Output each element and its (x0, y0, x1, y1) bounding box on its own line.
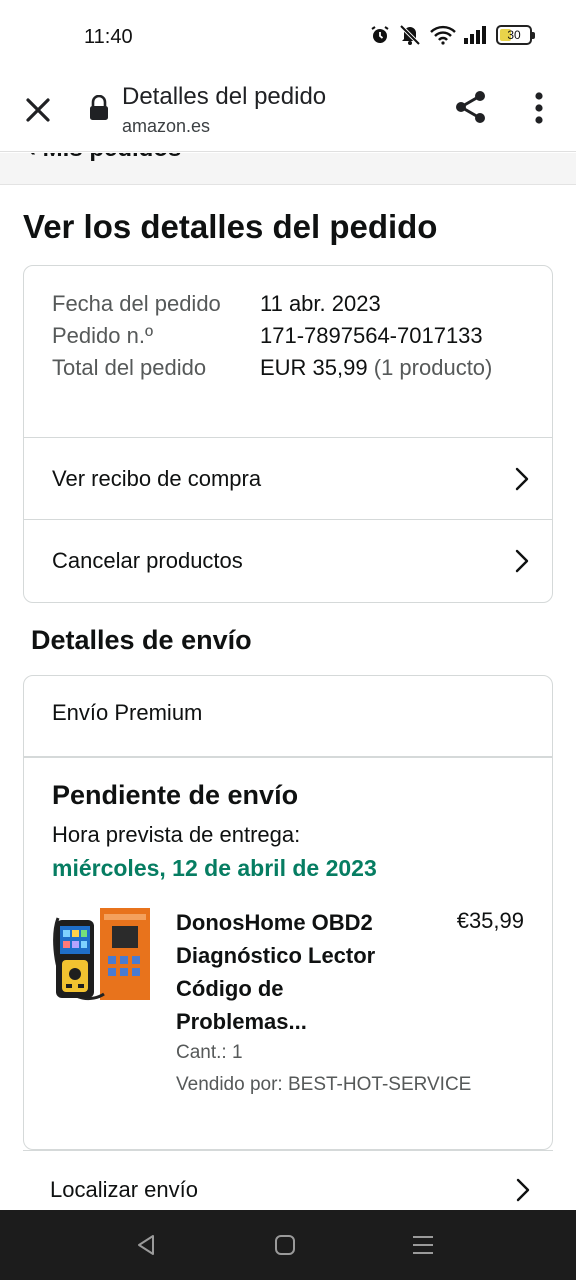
breadcrumb[interactable]: ‹ Mis pedidos (0, 153, 576, 185)
status-icons: 30 (370, 24, 535, 46)
cancel-products-label: Cancelar productos (52, 547, 243, 573)
delivery-eta-date: miércoles, 12 de abril de 2023 (52, 855, 377, 881)
track-shipment-link[interactable]: Localizar envío (23, 1150, 553, 1210)
order-total: EUR 35,99 (1 producto) (260, 352, 492, 384)
view-receipt-link[interactable]: Ver recibo de compra (24, 437, 552, 519)
system-navigation-bar (0, 1210, 576, 1280)
product-name-link[interactable]: DonosHome OBD2 Diagnóstico Lector Código… (176, 906, 416, 1038)
alarm-icon (371, 26, 389, 43)
signal-icon (464, 26, 486, 44)
close-icon[interactable] (22, 94, 54, 126)
home-icon[interactable] (272, 1232, 298, 1258)
order-total-row: Total del pedido EUR 35,99 (1 producto) (52, 352, 532, 384)
more-vert-icon[interactable] (528, 90, 550, 126)
lock-icon[interactable] (88, 95, 110, 121)
order-info: Fecha del pedido 11 abr. 2023 Pedido n.º… (52, 288, 532, 384)
order-date-row: Fecha del pedido 11 abr. 2023 (52, 288, 532, 320)
order-number-value: 171-7897564-7017133 (260, 323, 483, 348)
order-summary-card: Fecha del pedido 11 abr. 2023 Pedido n.º… (23, 265, 553, 603)
shipping-section-title: Detalles de envío (31, 625, 252, 655)
view-receipt-label: Ver recibo de compra (52, 465, 262, 491)
order-total-count: (1 producto) (373, 355, 493, 380)
back-icon[interactable] (134, 1232, 160, 1258)
shipping-method: Envío Premium (52, 700, 203, 725)
page-title: Ver los detalles del pedido (23, 208, 438, 245)
wifi-icon (430, 25, 456, 45)
browser-toolbar: Detalles del pedido amazon.es (0, 72, 576, 152)
menu-icon[interactable] (410, 1232, 436, 1258)
order-date-label: Fecha del pedido (52, 291, 221, 316)
order-total-label: Total del pedido (52, 355, 207, 380)
breadcrumb-label[interactable]: ‹ Mis pedidos (28, 153, 181, 163)
browser-page-title: Detalles del pedido (122, 83, 327, 110)
product-image[interactable] (52, 904, 152, 1008)
order-number-label: Pedido n.º (52, 323, 153, 348)
status-time: 11:40 (84, 26, 133, 48)
chevron-right-icon (515, 467, 529, 491)
delivery-eta-label: Hora prevista de entrega: (52, 822, 301, 847)
browser-url[interactable]: amazon.es (122, 116, 210, 137)
cancel-products-link[interactable]: Cancelar productos (24, 519, 552, 601)
share-icon[interactable] (452, 88, 490, 126)
product-quantity: Cant.: 1 (176, 1042, 243, 1063)
product-price: €35,99 (456, 908, 524, 933)
track-shipment-label: Localizar envío (50, 1177, 198, 1202)
product-seller: Vendido por: BEST-HOT-SERVICE (176, 1074, 472, 1095)
chevron-right-icon (516, 1178, 530, 1202)
order-number-row: Pedido n.º 171-7897564-7017133 (52, 320, 532, 352)
order-date-value: 11 abr. 2023 (260, 291, 381, 316)
battery-icon: 30 (496, 25, 535, 45)
shipping-card: Envío Premium Pendiente de envío Hora pr… (23, 675, 553, 1150)
shipping-status: Pendiente de envío (52, 780, 299, 810)
mute-icon (399, 24, 421, 46)
divider (24, 756, 552, 758)
order-total-value: EUR 35,99 (260, 355, 368, 380)
chevron-right-icon (515, 549, 529, 573)
status-bar: 11:40 30 (0, 0, 576, 72)
